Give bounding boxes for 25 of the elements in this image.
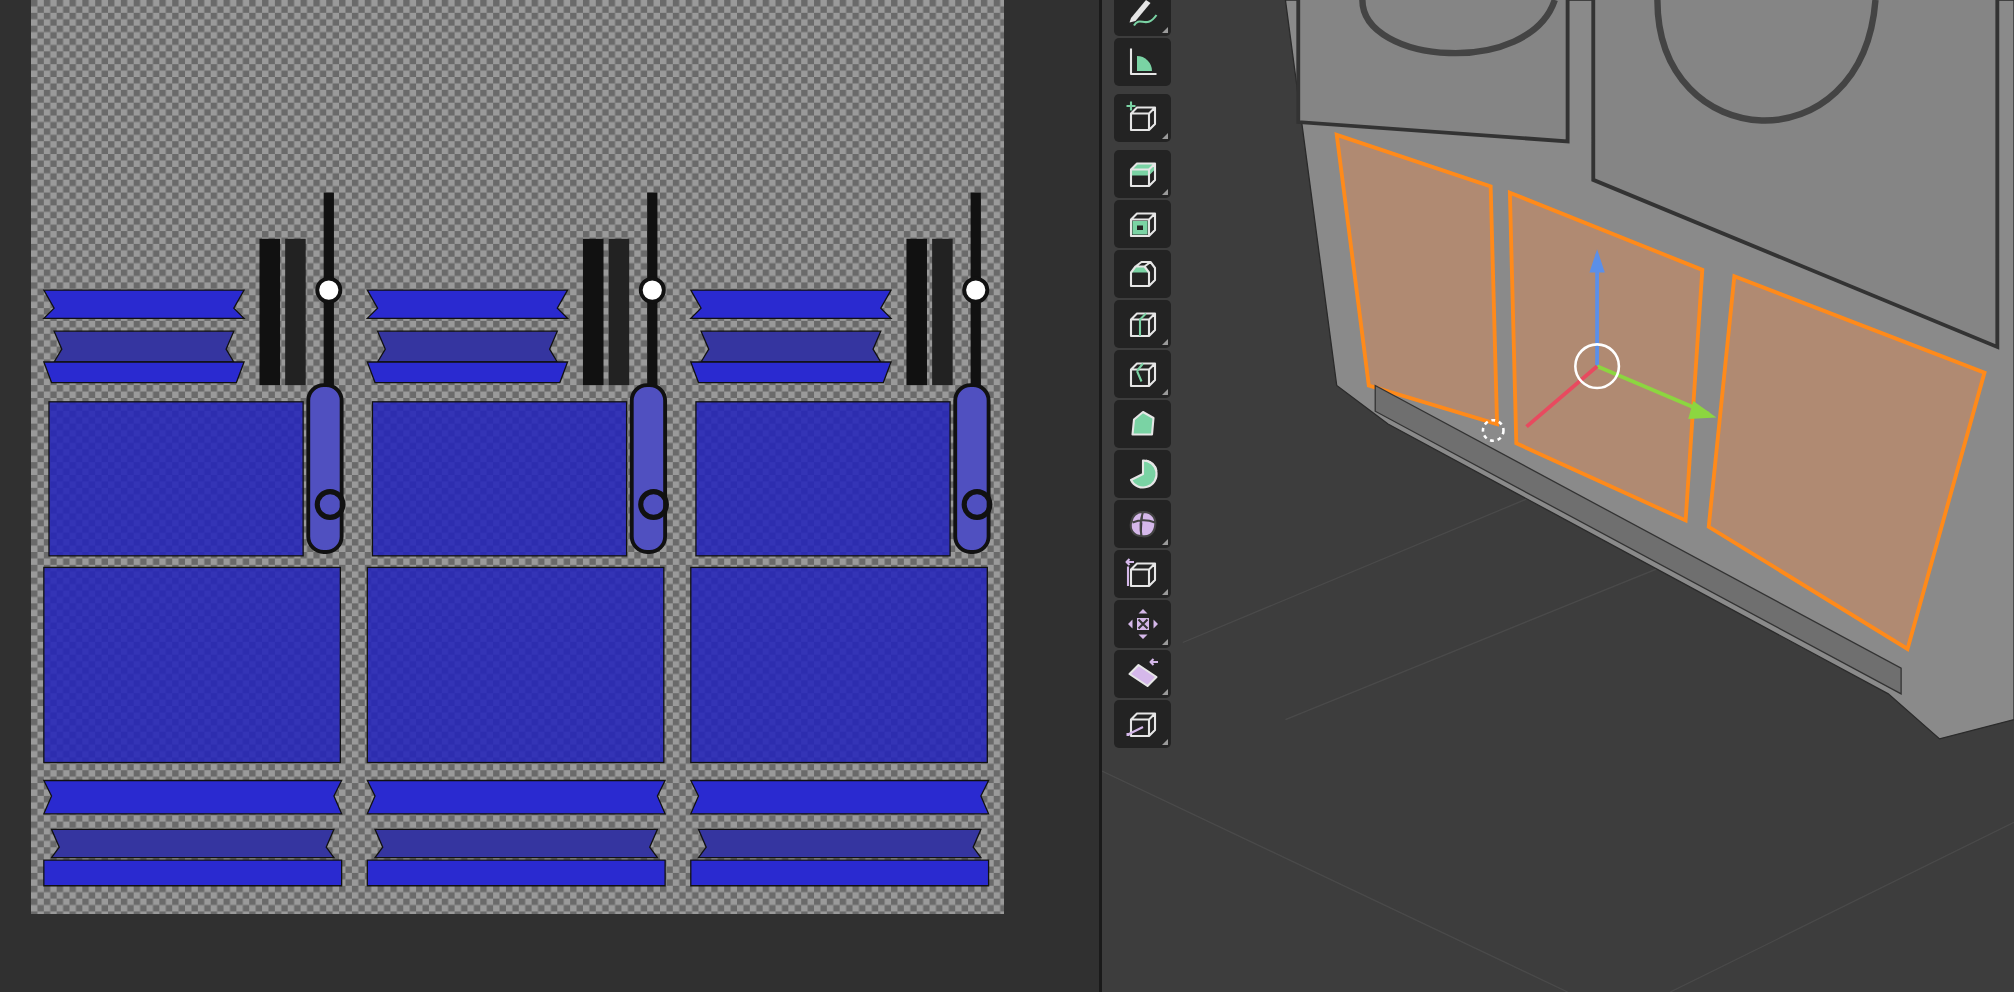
tool-button[interactable] (1114, 250, 1171, 298)
tool-button[interactable] (1114, 500, 1171, 548)
corner-triangle-icon (1162, 689, 1168, 695)
tool-button[interactable] (1114, 550, 1171, 598)
tool-button[interactable] (1114, 350, 1171, 398)
corner-triangle-icon (1162, 189, 1168, 195)
tool-button[interactable] (1114, 400, 1171, 448)
tool-button[interactable] (1114, 200, 1171, 248)
corner-triangle-icon (1162, 339, 1168, 345)
tool-button[interactable] (1114, 450, 1171, 498)
corner-triangle-icon (1162, 27, 1168, 33)
tool-button[interactable] (1114, 0, 1171, 36)
tool-button[interactable] (1114, 300, 1171, 348)
corner-triangle-icon (1162, 133, 1168, 139)
tool-button[interactable] (1114, 650, 1171, 698)
corner-triangle-icon (1162, 739, 1168, 745)
corner-triangle-icon (1162, 589, 1168, 595)
tool-button[interactable] (1114, 700, 1171, 748)
corner-triangle-icon (1162, 639, 1168, 645)
tool-button[interactable] (1114, 94, 1171, 142)
tool-button[interactable] (1114, 150, 1171, 198)
tool-button[interactable] (1114, 600, 1171, 648)
tool-button[interactable] (1114, 38, 1171, 86)
corner-triangle-icon (1162, 389, 1168, 395)
corner-triangle-icon (1162, 539, 1168, 545)
